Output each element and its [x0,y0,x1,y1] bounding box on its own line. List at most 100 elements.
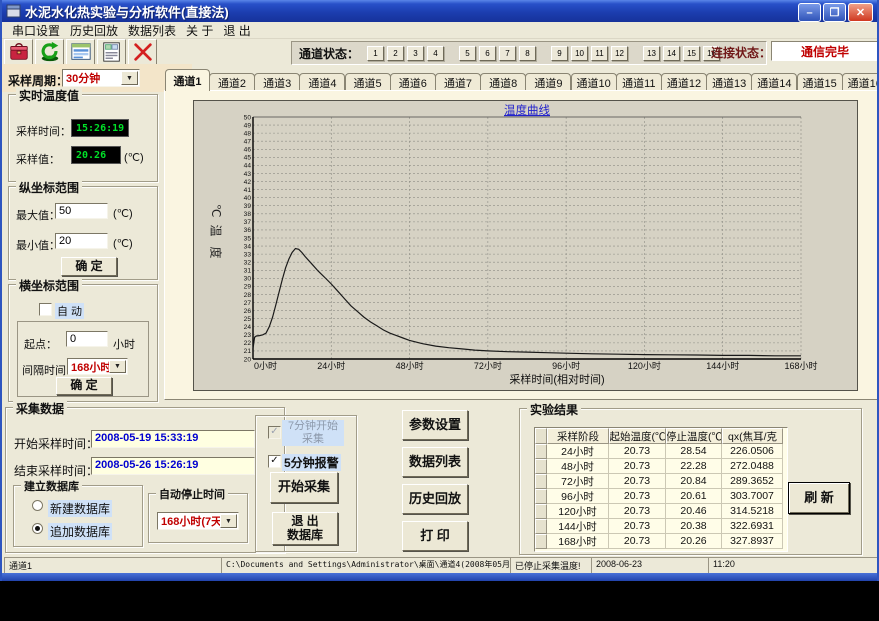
close-button[interactable]: ✕ [848,3,873,22]
menu-item[interactable]: 历史回放 [70,22,118,39]
start-input[interactable] [66,331,108,347]
results-col-header: qx(焦耳/克 [722,428,783,444]
exit-database-button[interactable]: 退 出 数据库 [272,512,338,545]
channel-button-4[interactable]: 4 [427,46,444,61]
table-cell: 327.8937 [722,534,783,549]
tab-通道1[interactable]: 通道1 [165,69,210,91]
tab-通道14[interactable]: 通道14 [751,73,797,91]
start-time-field: 2008-05-19 15:33:19 [91,430,255,448]
interval-dropdown[interactable]: 168小时 ▼ [67,358,128,375]
unit-label: (℃) [113,237,133,250]
channel-button-8[interactable]: 8 [519,46,536,61]
new-db-label[interactable]: 新建数据库 [48,500,112,517]
menu-item[interactable]: 退 出 [223,22,250,39]
tab-通道6[interactable]: 通道6 [390,73,436,91]
tab-通道11[interactable]: 通道11 [616,73,662,91]
channel-button-3[interactable]: 3 [407,46,424,61]
menu-item[interactable]: 关 于 [186,22,213,39]
channel-button-10[interactable]: 10 [571,46,588,61]
sampling-period-dropdown[interactable]: 30分钟 ▼ [62,69,140,87]
svg-text:29: 29 [244,284,252,291]
y-axis-label-char: ℃ [209,204,223,220]
channel-button-7[interactable]: 7 [499,46,516,61]
menu-bar: 串口设置历史回放数据列表关 于退 出 [2,22,877,39]
tab-通道4[interactable]: 通道4 [299,73,345,91]
chevron-down-icon[interactable]: ▼ [220,514,237,528]
chevron-down-icon[interactable]: ▼ [109,360,126,373]
min-value-input[interactable] [55,233,108,249]
svg-text:25: 25 [244,316,252,323]
7min-label-line2: 采集 [282,433,344,446]
group-title: 建立数据库 [21,478,82,494]
svg-text:31: 31 [244,268,252,275]
svg-text:120小时: 120小时 [628,360,661,371]
x-range-ok-button[interactable]: 确 定 [56,377,112,395]
5min-alarm-checkbox[interactable]: ✓ [268,455,281,468]
menu-item[interactable]: 串口设置 [12,22,60,39]
params-button[interactable]: 参数设置 [402,410,468,440]
new-db-radio[interactable] [32,500,43,511]
history-playback-button[interactable] [35,39,64,65]
tab-通道12[interactable]: 通道12 [661,73,707,91]
refresh-button[interactable]: 刷 新 [788,482,850,514]
7min-start-label[interactable]: 7分钟开始 采集 [282,420,344,446]
menu-item[interactable]: 数据列表 [128,22,176,39]
channel-button-13[interactable]: 13 [643,46,660,61]
report-button[interactable] [97,39,126,65]
tab-通道10[interactable]: 通道10 [571,73,617,91]
channel-button-6[interactable]: 6 [479,46,496,61]
row-gutter [535,534,547,549]
tab-通道15[interactable]: 通道15 [797,73,843,91]
restore-button[interactable]: ❐ [823,3,846,22]
channel-button-12[interactable]: 12 [611,46,628,61]
auto-checkbox-label[interactable]: 自 动 [55,303,84,319]
channel-button-9[interactable]: 9 [551,46,568,61]
minimize-button[interactable]: – [798,3,821,22]
tab-通道3[interactable]: 通道3 [254,73,300,91]
max-value-input[interactable] [55,203,108,219]
tab-通道5[interactable]: 通道5 [345,73,391,91]
auto-checkbox[interactable] [39,303,52,316]
svg-text:48小时: 48小时 [396,360,424,371]
svg-text:41: 41 [244,187,252,194]
autostop-dropdown[interactable]: 168小时(7天) ▼ [157,512,239,530]
y-axis-label-char: 度 [208,247,225,263]
channel-button-15[interactable]: 15 [683,46,700,61]
data-list-button[interactable] [66,39,95,65]
append-db-radio[interactable] [32,523,43,534]
channel-button-2[interactable]: 2 [387,46,404,61]
channel-button-11[interactable]: 11 [591,46,608,61]
start-collect-button[interactable]: 开始采集 [270,472,338,503]
y-range-ok-button[interactable]: 确 定 [61,257,117,276]
7min-start-checkbox[interactable]: ✓ [268,426,281,439]
exit-icon [132,41,154,63]
svg-text:24小时: 24小时 [317,360,345,371]
tab-通道8[interactable]: 通道8 [480,73,526,91]
exit-button[interactable] [128,39,157,65]
row-gutter [535,428,547,444]
chevron-down-icon[interactable]: ▼ [121,71,138,85]
table-cell: 20.73 [609,534,666,549]
tab-通道9[interactable]: 通道9 [525,73,571,91]
tab-通道16[interactable]: 通道16 [842,73,879,91]
channel-button-1[interactable]: 1 [367,46,384,61]
channel-button-5[interactable]: 5 [459,46,476,61]
channel-button-14[interactable]: 14 [663,46,680,61]
svg-text:27: 27 [244,300,252,307]
tab-通道7[interactable]: 通道7 [435,73,481,91]
toolbox-icon [8,41,30,63]
unit-label: (℃) [113,207,133,220]
svg-text:38: 38 [244,211,252,218]
toolbox-button[interactable] [4,39,33,65]
print-button[interactable]: 打 印 [402,521,468,551]
datalist-button[interactable]: 数据列表 [402,447,468,477]
results-col-header: 采样阶段 [547,428,609,444]
table-cell: 48小时 [547,459,609,474]
tab-通道2[interactable]: 通道2 [209,73,255,91]
tab-通道13[interactable]: 通道13 [706,73,752,91]
5min-alarm-label[interactable]: 5分钟报警 [282,454,341,471]
table-cell: 289.3652 [722,474,783,489]
append-db-label[interactable]: 追加数据库 [48,523,112,540]
svg-text:46: 46 [244,147,252,154]
history-button[interactable]: 历史回放 [402,484,468,514]
